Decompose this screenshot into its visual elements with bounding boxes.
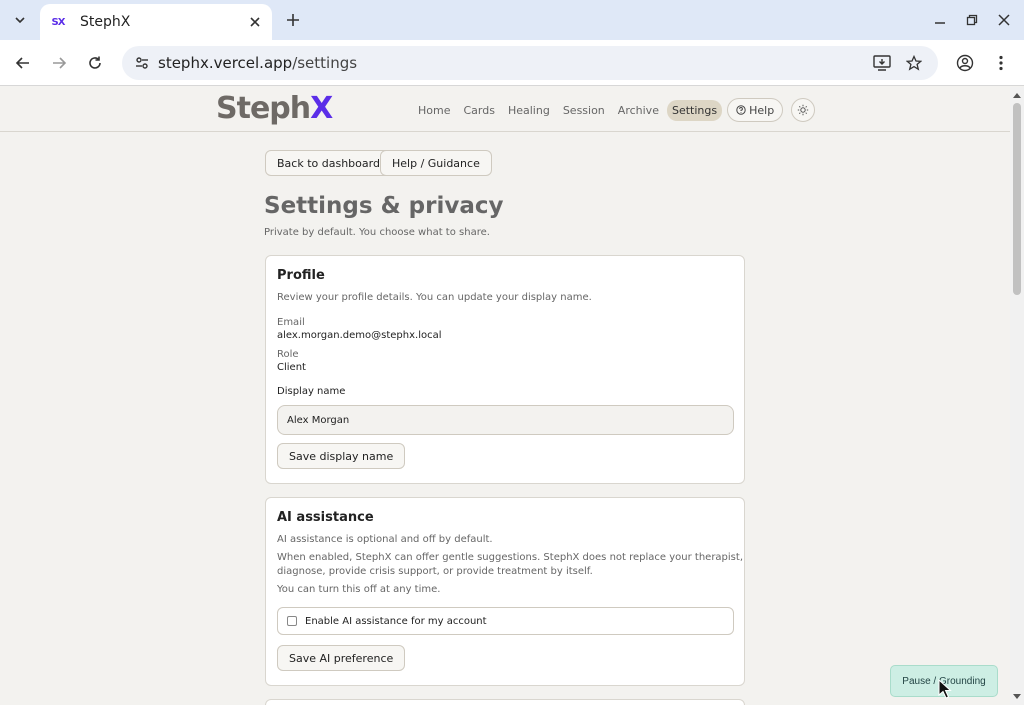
profile-card: Profile Review your profile details. You… [265, 255, 745, 484]
page-viewport: StephX Home Cards Healing Session Archiv… [0, 87, 1010, 705]
help-guidance-button[interactable]: Help / Guidance [380, 150, 492, 176]
install-app-icon[interactable] [870, 51, 894, 75]
back-to-dashboard-button[interactable]: Back to dashboard [265, 150, 392, 176]
ai-optional-text: AI assistance is optional and off by def… [277, 534, 493, 545]
nav-home[interactable]: Home [413, 100, 455, 121]
close-tab-icon[interactable] [246, 13, 264, 31]
main-nav: Home Cards Healing Session Archive Setti… [413, 98, 816, 122]
nav-settings[interactable]: Settings [666, 99, 723, 121]
url-text: stephx.vercel.app/settings [158, 54, 357, 72]
profile-avatar-icon[interactable] [953, 51, 977, 75]
help-button-label: Help [749, 103, 775, 117]
next-settings-card [265, 699, 745, 705]
save-display-name-button[interactable]: Save display name [277, 443, 406, 469]
display-name-label: Display name [277, 386, 346, 397]
url-host: stephx.vercel.app [158, 54, 293, 72]
browser-tab[interactable]: SX StephX [40, 4, 272, 40]
nav-healing[interactable]: Healing [503, 100, 555, 121]
nav-archive[interactable]: Archive [613, 100, 664, 121]
nav-session[interactable]: Session [558, 100, 610, 121]
tab-title: StephX [80, 14, 131, 30]
address-bar[interactable]: stephx.vercel.app/settings [122, 46, 938, 80]
scrollbar-thumb[interactable] [1013, 103, 1021, 295]
enable-ai-toggle-row[interactable]: Enable AI assistance for my account [277, 607, 734, 635]
nav-cards[interactable]: Cards [458, 100, 499, 121]
email-value: alex.morgan.demo@stephx.local [277, 330, 442, 341]
theme-toggle-sun-icon[interactable] [791, 98, 816, 122]
profile-card-title: Profile [277, 268, 325, 283]
restore-icon[interactable] [962, 10, 982, 30]
profile-description: Review your profile details. You can upd… [277, 292, 592, 303]
ai-disclaimer-line2: diagnose, provide crisis support, or pro… [277, 566, 593, 577]
page-scrollbar[interactable] [1010, 87, 1024, 705]
scroll-down-arrow-icon[interactable] [1012, 692, 1022, 702]
back-arrow-icon[interactable] [11, 51, 35, 75]
enable-ai-checkbox-label[interactable]: Enable AI assistance for my account [305, 616, 487, 627]
enable-ai-checkbox[interactable] [287, 616, 297, 626]
tab-search-chevron-icon[interactable] [8, 8, 32, 32]
bookmark-star-icon[interactable] [902, 51, 926, 75]
role-value: Client [277, 362, 306, 373]
logo-main-text: Steph [216, 91, 311, 126]
ai-assistance-card: AI assistance AI assistance is optional … [265, 497, 745, 686]
email-label: Email [277, 317, 305, 328]
stephx-favicon-icon: SX [51, 16, 66, 28]
page-subtitle: Private by default. You choose what to s… [264, 227, 490, 238]
role-label: Role [277, 349, 299, 360]
url-path: /settings [292, 54, 358, 72]
page-title: Settings & privacy [264, 193, 504, 219]
logo-accent-text: X [310, 91, 333, 126]
site-info-tune-icon[interactable] [130, 51, 154, 75]
ai-turn-off-text: You can turn this off at any time. [277, 584, 441, 595]
help-button[interactable]: Help [727, 98, 784, 122]
site-header: StephX Home Cards Healing Session Archiv… [0, 87, 1010, 132]
minimize-icon[interactable] [930, 10, 950, 30]
ai-disclaimer-line1: When enabled, StephX can offer gentle su… [277, 552, 743, 563]
mouse-cursor-icon [938, 679, 952, 699]
help-circle-icon [736, 105, 746, 115]
save-ai-preference-button[interactable]: Save AI preference [277, 645, 406, 671]
forward-arrow-icon[interactable] [47, 51, 71, 75]
new-tab-plus-icon[interactable] [282, 9, 304, 31]
scroll-up-arrow-icon[interactable] [1012, 90, 1022, 100]
reload-icon[interactable] [83, 51, 107, 75]
browser-menu-kebab-icon[interactable] [989, 51, 1013, 75]
browser-toolbar: stephx.vercel.app/settings [0, 40, 1024, 86]
stephx-logo[interactable]: StephX [216, 91, 333, 126]
ai-card-title: AI assistance [277, 510, 374, 525]
display-name-input[interactable]: Alex Morgan [277, 405, 734, 435]
browser-tab-bar: SX StephX [0, 0, 1024, 40]
close-window-icon[interactable] [994, 10, 1014, 30]
